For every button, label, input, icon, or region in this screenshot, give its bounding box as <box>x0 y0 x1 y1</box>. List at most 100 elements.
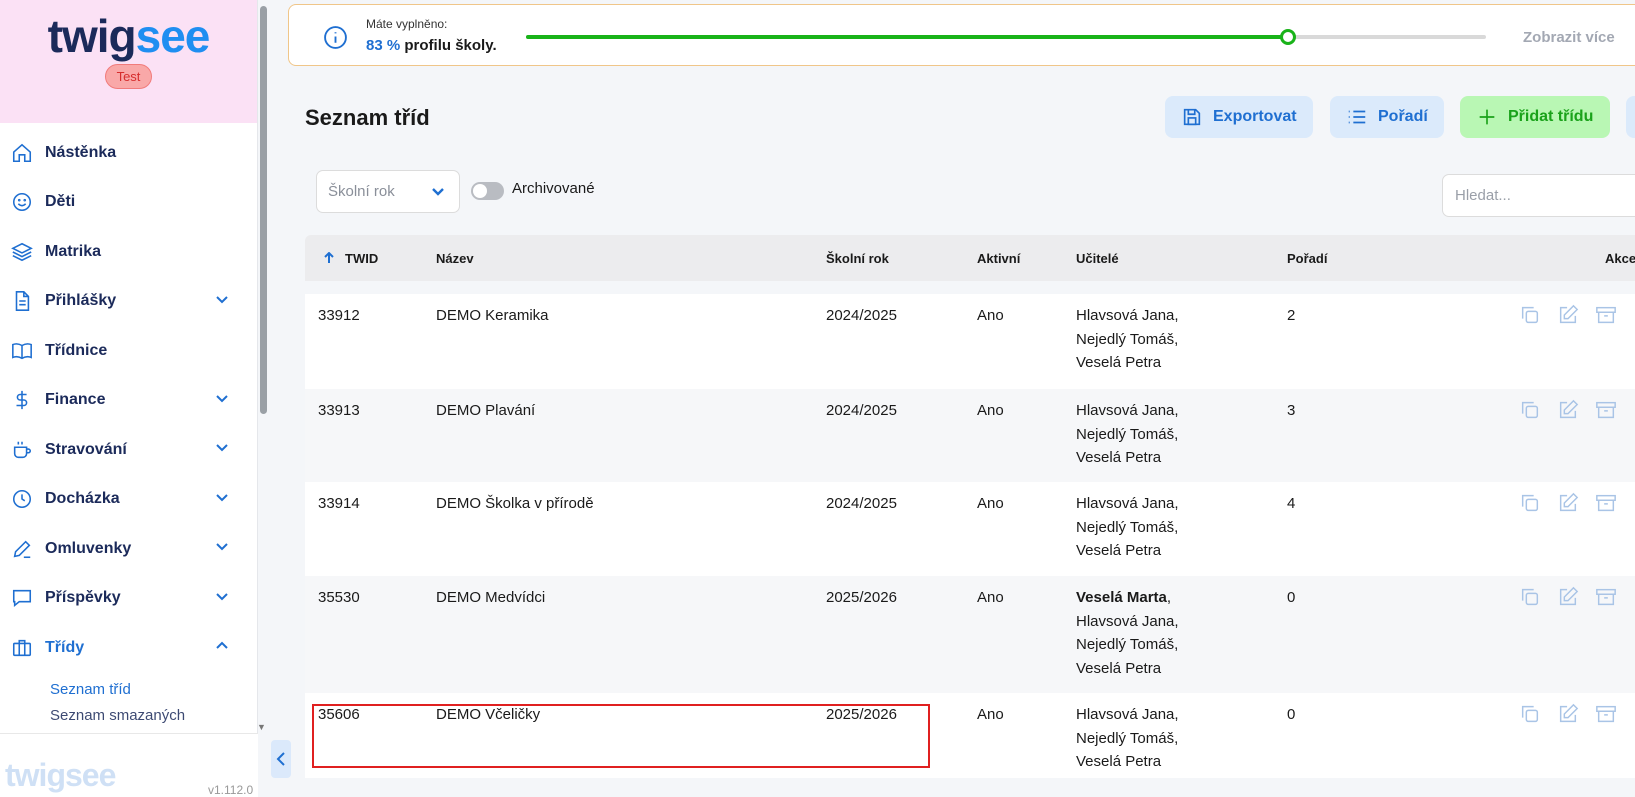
column-twid[interactable]: TWID <box>305 251 436 266</box>
copy-icon[interactable] <box>1519 703 1541 725</box>
teacher-name: Nejedlý Tomáš, <box>1076 330 1179 348</box>
archive-icon[interactable] <box>1595 304 1617 326</box>
sidebar-item-label: Třídnice <box>45 341 108 359</box>
teacher-name: Nejedlý Tomáš, <box>1076 518 1179 536</box>
sidebar-subitem-1[interactable]: Seznam smazaných <box>0 707 258 725</box>
column-teachers: Učitelé <box>1076 250 1119 266</box>
copy-icon[interactable] <box>1519 492 1541 514</box>
sidebar-item-9[interactable]: Příspěvky <box>0 574 258 624</box>
cell-school-year: 2025/2026 <box>826 706 897 723</box>
chevron-down-icon[interactable] <box>214 588 230 609</box>
teacher-name: Veselá Petra <box>1076 659 1162 677</box>
cell-teachers: Hlavsová Jana, Nejedlý Tomáš, Veselá Petra <box>1076 304 1287 375</box>
archive-icon[interactable] <box>1595 586 1617 608</box>
teacher-name: Hlavsová Jana, <box>1076 612 1179 630</box>
column-school-year[interactable]: Školní rok <box>826 251 977 266</box>
logo-text-see: see <box>135 10 211 62</box>
smile-icon <box>10 190 34 214</box>
archived-toggle[interactable] <box>471 182 504 200</box>
dollar-icon <box>10 388 34 412</box>
cell-twid: 33912 <box>318 307 360 324</box>
sidebar-item-10[interactable]: Třídy <box>0 623 258 673</box>
cell-twid: 33914 <box>318 495 360 512</box>
archive-icon[interactable] <box>1595 492 1617 514</box>
archive-icon[interactable] <box>1595 703 1617 725</box>
copy-icon[interactable] <box>1519 304 1541 326</box>
chevron-down-icon[interactable] <box>214 538 230 559</box>
table-row[interactable]: 35606 DEMO Včeličky 2025/2026 Ano Hlavsová J… <box>305 693 1635 778</box>
table-row[interactable]: 33912 DEMO Keramika 2024/2025 Ano Hlavsová J… <box>305 294 1635 389</box>
chevron-down-icon[interactable] <box>214 291 230 312</box>
archived-label: Archivované <box>512 180 595 197</box>
copy-icon[interactable] <box>1519 586 1541 608</box>
table-header: TWID Název Školní rok Aktivní Učitelé Po… <box>305 235 1635 281</box>
progress-suffix: profilu školy. <box>404 37 497 54</box>
teacher-name: Hlavsová Jana, <box>1076 495 1179 512</box>
edit-icon[interactable] <box>1557 586 1579 608</box>
sidebar-item-2[interactable]: Matrika <box>0 227 258 277</box>
table-row[interactable]: 33913 DEMO Plavání 2024/2025 Ano Hlavsová Ja… <box>305 389 1635 482</box>
cell-active: Ano <box>977 402 1004 419</box>
chat-icon <box>10 586 34 610</box>
column-order[interactable]: Pořadí <box>1287 251 1477 266</box>
cell-active: Ano <box>977 706 1004 723</box>
scroll-down-arrow-icon[interactable]: ▼ <box>257 722 266 732</box>
save-icon <box>1183 108 1201 126</box>
export-button-label: Exportovat <box>1213 108 1297 125</box>
chevron-down-icon[interactable] <box>214 439 230 460</box>
table-row[interactable]: 35530 DEMO Medvídci 2025/2026 Ano Veselá Mar… <box>305 576 1635 693</box>
progress-bar-fill <box>526 35 1289 39</box>
school-year-placeholder: Školní rok <box>328 183 395 200</box>
book-icon <box>10 339 34 363</box>
edit-icon[interactable] <box>1557 492 1579 514</box>
archive-icon[interactable] <box>1595 399 1617 421</box>
column-twid-label: TWID <box>345 250 379 266</box>
classes-table: TWID Název Školní rok Aktivní Učitelé Po… <box>305 235 1635 778</box>
chevron-down-icon[interactable] <box>214 390 230 411</box>
search-input[interactable] <box>1442 174 1635 217</box>
sidebar: twigsee Test Nástěnka Děti Matrika Přihlášk… <box>0 0 258 797</box>
edit-icon[interactable] <box>1557 304 1579 326</box>
school-year-select[interactable]: Školní rok <box>316 170 460 213</box>
cell-teachers: Veselá Marta, Hlavsová Jana, Nejedlý Tomáš… <box>1076 586 1287 680</box>
sidebar-item-3[interactable]: Přihlášky <box>0 277 258 327</box>
cell-twid: 33913 <box>318 402 360 419</box>
document-icon <box>10 289 34 313</box>
table-row[interactable]: 33914 DEMO Školka v přírodě 2024/2025 Ano Hl… <box>305 482 1635 576</box>
more-options-button[interactable] <box>1626 96 1635 138</box>
sidebar-item-8[interactable]: Omluvenky <box>0 524 258 574</box>
chevron-up-icon[interactable] <box>214 637 230 658</box>
teacher-name: Hlavsová Jana, <box>1076 307 1179 324</box>
twigsee-logo[interactable]: twigsee <box>48 8 211 64</box>
sidebar-item-label: Nástěnka <box>45 143 117 161</box>
order-button[interactable]: Pořadí <box>1330 96 1444 138</box>
app-version: v1.112.0 <box>208 783 254 797</box>
column-actions: Akce <box>1605 250 1635 266</box>
add-class-button[interactable]: Přidat třídu <box>1460 96 1610 138</box>
chevron-down-icon[interactable] <box>214 489 230 510</box>
sidebar-item-6[interactable]: Stravování <box>0 425 258 475</box>
sidebar-subitem-0[interactable]: Seznam tříd <box>0 673 258 707</box>
sidebar-item-0[interactable]: Nástěnka <box>0 128 258 178</box>
cell-order: 3 <box>1287 402 1296 419</box>
cell-name: DEMO Plavání <box>436 402 536 419</box>
sidebar-nav: Nástěnka Děti Matrika Přihlášky Třídnice Fina… <box>0 128 258 725</box>
sidebar-item-label: Příspěvky <box>45 589 121 607</box>
sidebar-scrollbar[interactable] <box>260 6 267 414</box>
teacher-lead: Veselá Marta, <box>1076 589 1172 606</box>
show-more-link[interactable]: Zobrazit více <box>1523 29 1615 46</box>
copy-icon[interactable] <box>1519 399 1541 421</box>
edit-icon[interactable] <box>1557 703 1579 725</box>
edit-icon[interactable] <box>1557 399 1579 421</box>
sidebar-item-1[interactable]: Děti <box>0 178 258 228</box>
column-name[interactable]: Název <box>436 251 826 266</box>
sidebar-item-5[interactable]: Finance <box>0 376 258 426</box>
sidebar-item-4[interactable]: Třídnice <box>0 326 258 376</box>
column-active[interactable]: Aktivní <box>977 251 1076 266</box>
cell-order: 2 <box>1287 307 1296 324</box>
collapse-sidebar-button[interactable] <box>271 740 291 778</box>
progress-label: Máte vyplněno: <box>366 17 448 31</box>
export-button[interactable]: Exportovat <box>1165 96 1313 138</box>
sidebar-item-7[interactable]: Docházka <box>0 475 258 525</box>
chevron-left-icon <box>276 752 285 766</box>
